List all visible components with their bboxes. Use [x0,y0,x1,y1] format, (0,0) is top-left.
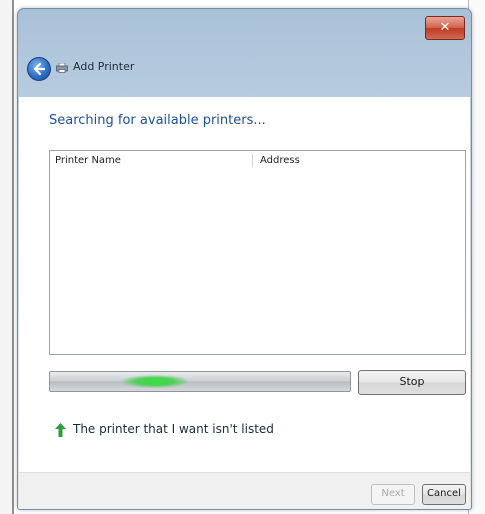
column-divider [252,154,253,167]
window-title: Add Printer [73,60,135,73]
search-progress-bar [49,371,351,392]
background-window-edge-left [0,0,14,514]
back-button[interactable] [27,57,51,81]
stop-button[interactable]: Stop [358,370,466,395]
close-button[interactable]: ✕ [425,16,465,40]
page-heading: Searching for available printers... [49,113,266,128]
progress-indicator [122,375,188,388]
column-header-printer-name[interactable]: Printer Name [55,155,121,166]
link-text[interactable]: The printer that I want isn't listed [73,422,274,436]
add-printer-dialog: ✕ Add Printer Searching for available pr… [17,8,472,510]
dialog-footer: Next Cancel [19,472,470,509]
printer-list[interactable]: Printer Name Address [49,150,466,355]
next-button[interactable]: Next [371,484,415,505]
close-icon: ✕ [439,20,451,35]
green-arrow-icon [55,423,66,437]
content-area: Searching for available printers... Prin… [19,97,470,472]
cancel-button[interactable]: Cancel [422,484,466,505]
printer-icon [56,63,68,73]
column-header-address[interactable]: Address [260,155,300,166]
back-arrow-icon [33,62,46,76]
title-bar: ✕ Add Printer [18,9,471,104]
list-header: Printer Name Address [50,151,465,170]
